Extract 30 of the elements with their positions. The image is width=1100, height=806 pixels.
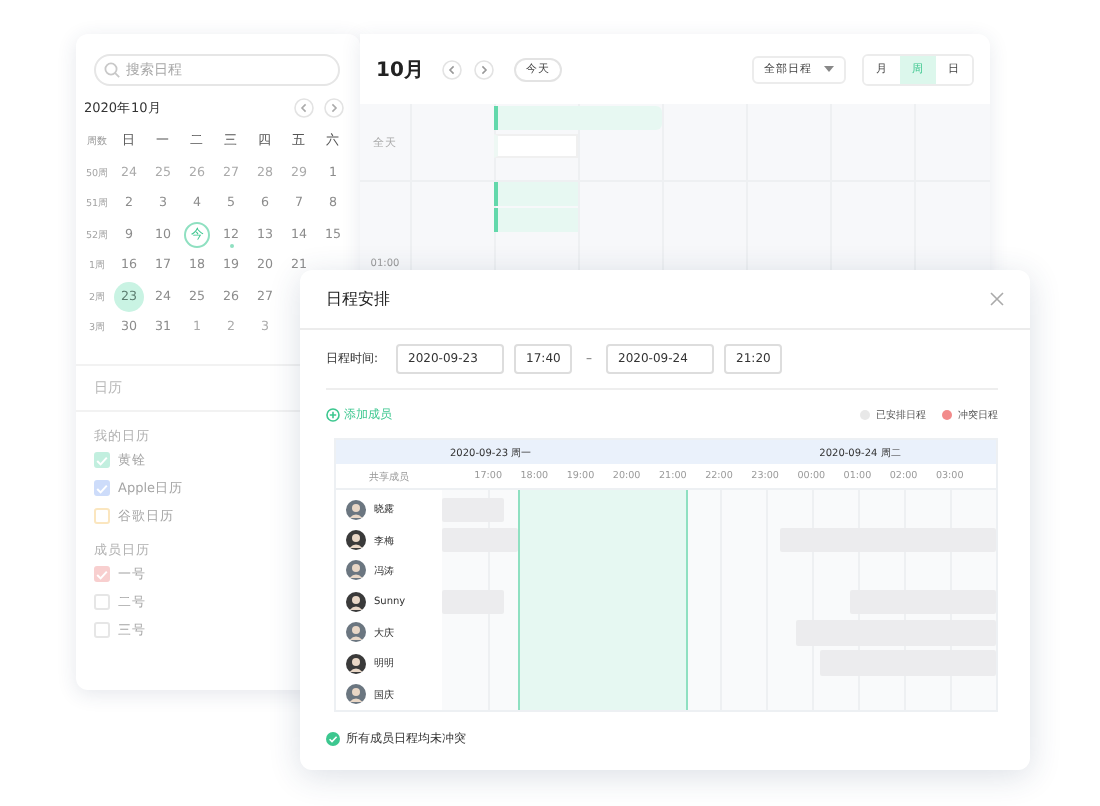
- avatar-icon: [346, 591, 366, 612]
- avatar-icon: [346, 684, 366, 705]
- caret-icon: [824, 66, 834, 72]
- dialog-title: 日程安排: [326, 288, 390, 310]
- check-circle-icon: [326, 732, 340, 746]
- event-block[interactable]: [494, 208, 578, 232]
- checkbox[interactable]: [94, 508, 110, 524]
- event-block[interactable]: [494, 106, 662, 130]
- next-icon: [473, 59, 494, 79]
- avatar-icon: [346, 653, 366, 674]
- avatar-icon: [346, 499, 366, 520]
- month-title: 10月: [376, 57, 424, 83]
- check-icon: [96, 483, 108, 493]
- previous-icon[interactable]: [294, 98, 314, 118]
- check-icon: [96, 455, 108, 465]
- avatar-icon: [346, 530, 366, 551]
- checkbox[interactable]: [94, 622, 110, 638]
- next-icon[interactable]: [324, 98, 344, 118]
- check-icon: [96, 569, 108, 579]
- checkbox[interactable]: [94, 452, 110, 468]
- search-icon: [104, 62, 120, 78]
- plus-circle-icon: [326, 407, 340, 421]
- checkbox[interactable]: [94, 566, 110, 582]
- avatar-icon: [346, 560, 366, 581]
- checkbox[interactable]: [94, 594, 110, 610]
- avatar-icon: [346, 622, 366, 643]
- checkbox[interactable]: [94, 480, 110, 496]
- previous-icon: [441, 59, 462, 79]
- close-icon[interactable]: [990, 292, 1004, 306]
- event-block[interactable]: [494, 182, 578, 206]
